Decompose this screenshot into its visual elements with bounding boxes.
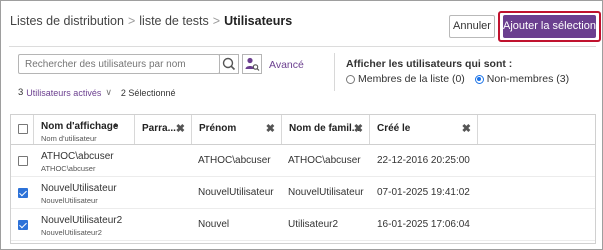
last-name: NouvelUtilisateur bbox=[288, 187, 364, 198]
display-name: NouvelUtilisateur bbox=[41, 183, 117, 194]
users-table: Nom d'affichage ▲ Nom d'utilisateur Parr… bbox=[10, 114, 596, 244]
display-name: ATHOC\abcuser bbox=[41, 151, 114, 162]
column-sublabel: Nom d'utilisateur bbox=[41, 134, 97, 143]
created-date: 16-01-2025 17:06:04 bbox=[377, 219, 470, 230]
radio-non-members[interactable] bbox=[474, 74, 484, 84]
breadcrumb-test-list[interactable]: liste de tests bbox=[139, 14, 208, 28]
close-icon[interactable]: ✖ bbox=[462, 122, 471, 135]
search-button[interactable] bbox=[219, 54, 239, 74]
add-selection-button[interactable]: Ajouter la sélection bbox=[503, 15, 596, 38]
created-date: 07-01-2025 19:41:02 bbox=[377, 187, 470, 198]
radio-non-members-label[interactable]: Non-membres (3) bbox=[487, 73, 569, 85]
column-label: Parra... bbox=[142, 123, 176, 134]
radio-members-label[interactable]: Membres de la liste (0) bbox=[358, 73, 465, 85]
row-checkbox[interactable] bbox=[18, 156, 28, 166]
column-label: Prénom bbox=[199, 123, 237, 134]
breadcrumb: Listes de distribution > liste de tests > Ut… bbox=[10, 14, 292, 28]
page-frame: Listes de distribution > liste de tests > Ut… bbox=[0, 0, 603, 250]
column-display-name[interactable]: Nom d'affichage ▲ Nom d'utilisateur bbox=[34, 115, 135, 144]
created-date: 22-12-2016 20:25:00 bbox=[377, 155, 470, 166]
username: ATHOC\abcuser bbox=[41, 164, 96, 173]
selected-count: 2 Sélectionné bbox=[120, 87, 176, 98]
advanced-link[interactable]: Avancé bbox=[269, 59, 304, 71]
active-count: 3 bbox=[18, 87, 24, 98]
sort-ascending-icon[interactable]: ▲ bbox=[112, 122, 119, 129]
close-icon[interactable]: ✖ bbox=[176, 122, 185, 135]
select-all-checkbox[interactable] bbox=[18, 124, 28, 134]
breadcrumb-distribution-lists[interactable]: Listes de distribution bbox=[10, 14, 124, 28]
column-label: Nom de famil... bbox=[289, 123, 361, 134]
chevron-down-icon[interactable]: ∨ bbox=[105, 87, 112, 98]
column-created[interactable]: Créé le ✖ bbox=[370, 115, 478, 144]
vertical-divider bbox=[334, 53, 335, 91]
column-sponsor[interactable]: Parra... ✖ bbox=[135, 115, 192, 144]
row-checkbox[interactable] bbox=[18, 188, 28, 198]
column-last-name[interactable]: Nom de famil... ✖ bbox=[282, 115, 370, 144]
username: NouvelUtilisateur bbox=[41, 196, 98, 205]
first-name: ATHOC\abcuser bbox=[198, 155, 271, 166]
status-bar: 3 Utilisateurs activés ∨ 2 Sélectionné bbox=[18, 87, 175, 98]
table-row[interactable]: ATHOC\abcuser ATHOC\abcuser ATHOC\abcuse… bbox=[11, 145, 595, 177]
header-checkbox-cell bbox=[11, 115, 34, 144]
radio-members[interactable] bbox=[346, 74, 355, 84]
page-title: Utilisateurs bbox=[224, 14, 293, 28]
row-checkbox[interactable] bbox=[18, 220, 28, 230]
close-icon[interactable]: ✖ bbox=[266, 122, 275, 135]
column-label: Créé le bbox=[377, 123, 411, 134]
breadcrumb-separator: > bbox=[212, 14, 221, 28]
table-header: Nom d'affichage ▲ Nom d'utilisateur Parr… bbox=[11, 115, 595, 145]
column-first-name[interactable]: Prénom ✖ bbox=[192, 115, 282, 144]
breadcrumb-separator: > bbox=[127, 14, 136, 28]
filter-radio-group: Membres de la liste (0) Non-membres (3) bbox=[346, 73, 569, 85]
first-name: NouvelUtilisateur bbox=[198, 187, 274, 198]
advanced-search-icon bbox=[245, 57, 260, 71]
last-name: Utilisateur2 bbox=[288, 219, 339, 230]
table-row[interactable]: NouvelUtilisateur NouvelUtilisateur Nouv… bbox=[11, 177, 595, 209]
username: NouvelUtilisateur2 bbox=[41, 228, 102, 237]
close-icon[interactable]: ✖ bbox=[354, 122, 363, 135]
active-users-dropdown[interactable]: Utilisateurs activés bbox=[26, 88, 101, 98]
divider bbox=[9, 46, 596, 47]
filter-title: Afficher les utilisateurs qui sont : bbox=[346, 58, 513, 70]
first-name: Nouvel bbox=[198, 219, 230, 230]
advanced-search-button[interactable] bbox=[242, 54, 262, 74]
search-icon bbox=[222, 57, 236, 71]
column-label: Nom d'affichage bbox=[41, 121, 119, 132]
search-input[interactable] bbox=[18, 54, 220, 74]
table-row[interactable]: NouvelUtilisateur2 NouvelUtilisateur2 No… bbox=[11, 209, 595, 241]
cancel-button[interactable]: Annuler bbox=[449, 15, 495, 38]
display-name: NouvelUtilisateur2 bbox=[41, 215, 123, 226]
last-name: ATHOC\abcuser bbox=[288, 155, 361, 166]
